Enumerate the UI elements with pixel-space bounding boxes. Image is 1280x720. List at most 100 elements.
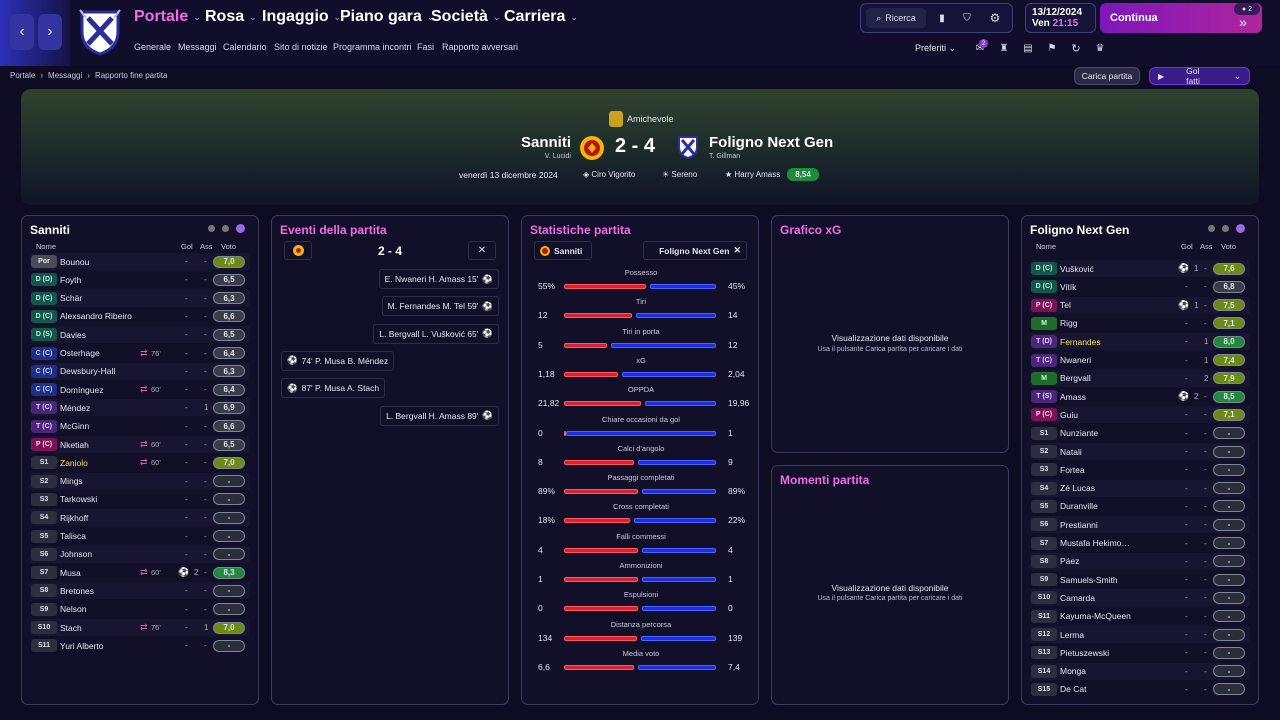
breadcrumb-messaggi[interactable]: Messaggi — [48, 71, 82, 80]
player-name[interactable]: Amass — [1060, 392, 1086, 402]
player-row[interactable]: D (D) Foyth - -6,5 — [30, 271, 250, 288]
player-name[interactable]: Nwaneri — [1060, 355, 1091, 365]
player-row[interactable]: S12 Lerma - - - — [1030, 626, 1250, 643]
player-row[interactable]: S8 Bretones - - - — [30, 582, 250, 600]
player-name[interactable]: Méndez — [60, 403, 90, 413]
home-team-name[interactable]: Sanniti — [421, 134, 571, 151]
player-row[interactable]: S2 Natali - - - — [1030, 443, 1250, 460]
users-icon[interactable]: ⚑ — [1044, 41, 1060, 55]
submenu-rapporto-avversari[interactable]: Rapporto avversari — [442, 42, 518, 52]
breadcrumb-portale[interactable]: Portale — [10, 71, 35, 80]
player-name[interactable]: Páez — [1060, 556, 1079, 566]
menu-societa[interactable]: Società ⌄ — [431, 8, 500, 26]
player-row[interactable]: D (C) Schär - -6,3 — [30, 289, 250, 307]
player-name[interactable]: Rigg — [1060, 318, 1077, 328]
home-crest[interactable] — [579, 135, 605, 161]
player-row[interactable]: S11 Kayuma-McQueen - - - — [1030, 608, 1250, 625]
goal-event[interactable]: ⚽ 87' P. Musa A. Stach — [281, 378, 386, 399]
player-row[interactable]: S5 Talisca - - - — [30, 528, 250, 545]
player-name[interactable]: Tarkowski — [60, 494, 97, 504]
player-row[interactable]: D (C) Vušković ⚽ 1-7,6 — [1030, 260, 1250, 277]
player-row[interactable]: T (C) McGinn - -6,6 — [30, 418, 250, 435]
player-row[interactable]: C (C) Osterhage ⇄ 76' - -6,4 — [30, 345, 250, 362]
player-name[interactable]: Domínguez — [60, 385, 103, 395]
player-row[interactable]: S1 Zaniolo ⇄ 60' - -7,0 — [30, 454, 250, 471]
page-dot[interactable] — [1208, 225, 1215, 232]
player-name[interactable]: Guiu — [1060, 410, 1078, 420]
player-name[interactable]: Schär — [60, 293, 82, 303]
player-name[interactable]: Nelson — [60, 604, 86, 614]
shield-icon[interactable]: ⛉ — [957, 8, 977, 28]
player-row[interactable]: T (S) Amass ⚽ 2-8,5 — [1030, 388, 1250, 405]
player-row[interactable]: S6 Prestianni - - - — [1030, 516, 1250, 534]
player-row[interactable]: M Bergvall - 2 7,9 — [1030, 369, 1250, 387]
player-row[interactable]: T (C) Nwaneri - 1 7,4 — [1030, 352, 1250, 369]
player-name[interactable]: Dewsbury-Hall — [60, 366, 115, 376]
menu-carriera[interactable]: Carriera ⌄ — [504, 8, 578, 26]
submenu-sito-notizie[interactable]: Sito di notizie — [274, 42, 328, 52]
player-row[interactable]: D (S) Davies - -6,5 — [30, 326, 250, 344]
goal-event[interactable]: E. Nwaneri H. Amass 15' ⚽ — [378, 269, 499, 289]
player-row[interactable]: S13 Pietuszewski - - - — [1030, 644, 1250, 661]
back-arrow-icon[interactable]: ‹ — [10, 14, 34, 50]
player-name[interactable]: Fernandes — [1060, 337, 1101, 347]
player-name[interactable]: Samuels-Smith — [1060, 575, 1118, 585]
highlights-dropdown[interactable]: ▶ Gol fatti ⌄ — [1149, 66, 1250, 86]
player-row[interactable]: S1 Nunziante - - - — [1030, 425, 1250, 442]
player-name[interactable]: Prestianni — [1060, 520, 1098, 530]
player-row[interactable]: T (C) Méndez - 1 6,9 — [30, 399, 250, 417]
player-name[interactable]: Vušković — [1060, 264, 1094, 274]
bookmark-icon[interactable]: ▮ — [932, 8, 952, 28]
goal-event[interactable]: L. Bergvall L. Vušković 65' ⚽ — [373, 323, 499, 344]
submenu-generale[interactable]: Generale — [134, 42, 171, 52]
player-name[interactable]: Stach — [60, 623, 82, 633]
player-row[interactable]: T (D) Fernandes - 1 8,0 — [1030, 333, 1250, 351]
player-name[interactable]: Nketiah — [60, 440, 89, 450]
trophy-icon[interactable]: ♛ — [1092, 41, 1108, 55]
submenu-fasi[interactable]: Fasi — [417, 42, 434, 52]
away-crest[interactable] — [677, 135, 699, 159]
player-name[interactable]: Lerma — [1060, 630, 1084, 640]
search-button[interactable]: ⌕ Ricerca — [866, 8, 926, 28]
page-dot-active[interactable] — [1236, 224, 1245, 233]
player-row[interactable]: S3 Tarkowski - - - — [30, 491, 250, 508]
player-name[interactable]: Rijkhoff — [60, 513, 88, 523]
player-name[interactable]: Vitík — [1060, 282, 1076, 292]
player-row[interactable]: S6 Johnson - - - — [30, 545, 250, 563]
clipboard-icon[interactable]: ▤ — [1020, 41, 1036, 55]
player-row[interactable]: D (C) Alexsandro Ribeiro - -6,6 — [30, 308, 250, 325]
player-name[interactable]: Bretones — [60, 586, 94, 596]
player-row[interactable]: S9 Samuels-Smith - - - — [1030, 571, 1250, 588]
player-row[interactable]: S4 Zé Lucas - - - — [1030, 479, 1250, 497]
menu-rosa[interactable]: Rosa ⌄ — [205, 8, 257, 26]
player-row[interactable]: C (C) Dewsbury-Hall - -6,3 — [30, 362, 250, 380]
player-row[interactable]: P (C) Guiu - -7,1 — [1030, 406, 1250, 424]
player-name[interactable]: Bergvall — [1060, 373, 1091, 383]
goal-event[interactable]: L. Bergvall H. Amass 89' ⚽ — [380, 405, 499, 426]
player-name[interactable]: Duranville — [1060, 501, 1098, 511]
player-row[interactable]: P (C) Nketiah ⇄ 60' - -6,5 — [30, 436, 250, 453]
player-name[interactable]: Yuri Alberto — [60, 641, 103, 651]
player-row[interactable]: C (C) Domínguez ⇄ 60' - -6,4 — [30, 381, 250, 398]
player-row[interactable]: S11 Yuri Alberto - - - — [30, 637, 250, 654]
date-box[interactable]: 13/12/2024 Ven 21:15 — [1025, 3, 1096, 33]
shirt-icon[interactable]: ♜ — [996, 41, 1012, 55]
goal-event[interactable]: ⚽ 74' P. Musa B. Méndez — [281, 350, 395, 371]
page-dot[interactable] — [1222, 225, 1229, 232]
player-row[interactable]: S10 Camarda - - - — [1030, 589, 1250, 607]
player-name[interactable]: De Cat — [1060, 684, 1086, 694]
player-name[interactable]: Alexsandro Ribeiro — [60, 311, 132, 321]
player-name[interactable]: Davies — [60, 330, 86, 340]
player-name[interactable]: Mings — [60, 476, 83, 486]
player-name[interactable]: McGinn — [60, 421, 89, 431]
submenu-calendario[interactable]: Calendario — [223, 42, 267, 52]
submenu-messaggi[interactable]: Messaggi — [178, 42, 217, 52]
player-name[interactable]: Pietuszewski — [1060, 648, 1109, 658]
favorites-dropdown[interactable]: Preferiti ⌄ — [915, 43, 956, 54]
player-row[interactable]: S15 De Cat - - - — [1030, 681, 1250, 698]
goal-event[interactable]: M. Fernandes M. Tel 59' ⚽ — [381, 296, 499, 317]
player-name[interactable]: Musa — [60, 568, 81, 578]
player-row[interactable]: D (C) Vitík - -6,8 — [1030, 278, 1250, 295]
player-name[interactable]: Osterhage — [60, 348, 100, 358]
menu-portale[interactable]: Portale ⌄ — [134, 8, 201, 26]
